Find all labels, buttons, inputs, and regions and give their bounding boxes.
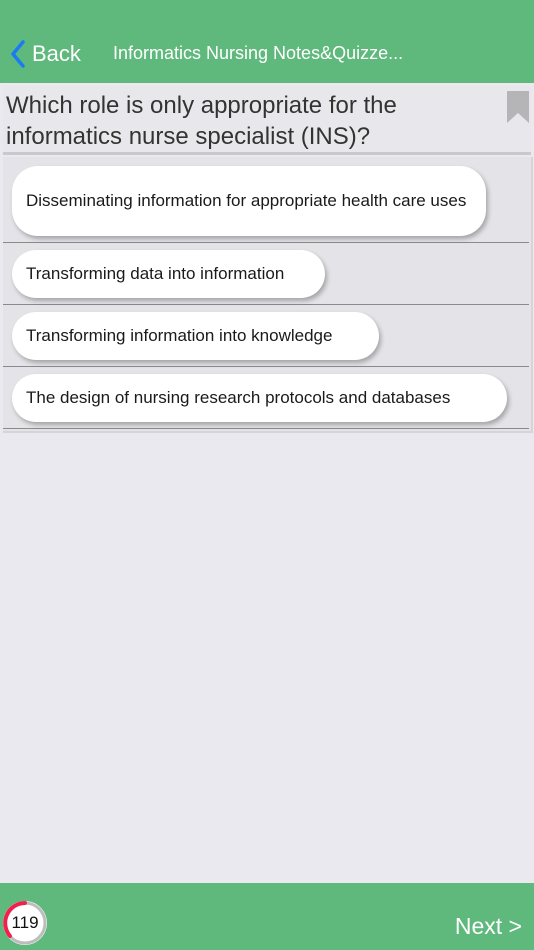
back-label: Back	[32, 41, 81, 66]
answer-option-4[interactable]: The design of nursing research protocols…	[12, 374, 507, 422]
answer-option-label: The design of nursing research protocols…	[26, 388, 451, 407]
answer-option-2[interactable]: Transforming data into information	[12, 250, 325, 298]
chevron-left-icon	[10, 40, 26, 68]
counter-number: 119	[11, 913, 39, 932]
page-title: Informatics Nursing Notes&Quizze...	[113, 43, 404, 63]
question-text: Which role is only appropriate for the i…	[6, 92, 397, 150]
answer-option-label: Transforming information into knowledge	[26, 326, 333, 345]
question-counter: 119	[2, 900, 48, 946]
nav-bar: Back Informatics Nursing Notes&Quizze...	[0, 0, 534, 83]
next-button[interactable]: Next >	[455, 913, 522, 940]
answer-row: The design of nursing research protocols…	[3, 367, 529, 429]
question-panel: Which role is only appropriate for the i…	[3, 86, 531, 155]
bookmark-icon[interactable]	[507, 91, 529, 123]
answer-row: Disseminating information for appropriat…	[3, 157, 529, 243]
answer-option-label: Transforming data into information	[26, 264, 285, 283]
bottom-bar: 119 Next >	[0, 883, 534, 950]
answer-option-3[interactable]: Transforming information into knowledge	[12, 312, 379, 360]
answer-row: Transforming information into knowledge	[3, 305, 529, 367]
back-button[interactable]: Back	[10, 38, 81, 70]
answer-option-label: Disseminating information for appropriat…	[26, 191, 467, 210]
answer-row: Transforming data into information	[3, 243, 529, 305]
answer-option-1[interactable]: Disseminating information for appropriat…	[12, 166, 486, 236]
answer-list: Disseminating information for appropriat…	[3, 157, 533, 433]
